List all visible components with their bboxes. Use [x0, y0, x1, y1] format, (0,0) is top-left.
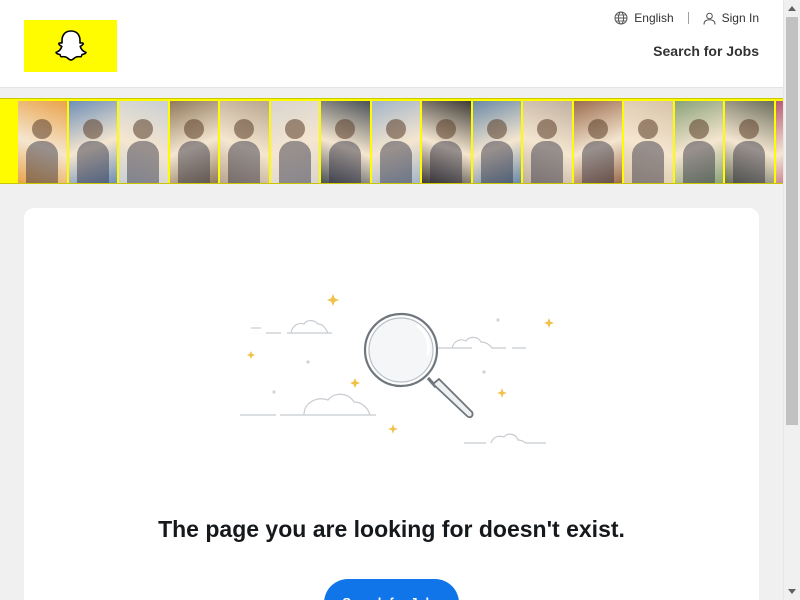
scroll-up-arrow-icon[interactable] [784, 0, 800, 16]
error-message: The page you are looking for doesn't exi… [158, 516, 625, 542]
banner-photo-tile [422, 101, 471, 183]
user-icon [703, 12, 716, 25]
globe-icon [614, 11, 628, 25]
site-header: English Sign In Search for Jobs [0, 0, 783, 88]
banner-photo-tile [371, 101, 420, 183]
banner-photo-strip [18, 101, 783, 183]
banner-photo-tile [472, 101, 521, 183]
search-for-jobs-link[interactable]: Search for Jobs [653, 43, 759, 59]
banner-photo-tile [523, 101, 572, 183]
utility-nav: English Sign In [614, 11, 759, 25]
magnifying-glass-icon [363, 312, 474, 419]
banner-photo-tile [18, 101, 67, 183]
banner-photo-tile [220, 101, 269, 183]
snapchat-ghost-icon [54, 30, 87, 61]
language-selector[interactable]: English [614, 11, 674, 25]
banner-photo-tile [169, 101, 218, 183]
snapchat-logo[interactable] [24, 20, 117, 72]
vertical-scrollbar[interactable] [783, 0, 800, 600]
sign-in-label: Sign In [721, 11, 759, 25]
error-card: The page you are looking for doesn't exi… [24, 208, 759, 600]
banner-photo-tile [119, 101, 168, 183]
scroll-down-arrow-icon[interactable] [784, 584, 800, 600]
banner-photo-tile [68, 101, 117, 183]
search-for-jobs-button[interactable]: Search for Jobs [324, 579, 459, 600]
sign-in-link[interactable]: Sign In [703, 11, 759, 25]
banner-photo-tile [674, 101, 723, 183]
magnifying-glass-illustration [240, 294, 554, 444]
banner-photo-tile [270, 101, 319, 183]
banner-photo-tile [725, 101, 774, 183]
banner-photo-tile [573, 101, 622, 183]
banner-photo-tile [624, 101, 673, 183]
page: English Sign In Search for Jobs The page… [0, 0, 783, 600]
team-photo-banner [0, 98, 783, 184]
banner-photo-tile [775, 101, 783, 183]
scrollbar-thumb[interactable] [786, 17, 798, 425]
language-label: English [634, 11, 674, 25]
utility-divider [687, 12, 689, 24]
banner-photo-tile [321, 101, 370, 183]
